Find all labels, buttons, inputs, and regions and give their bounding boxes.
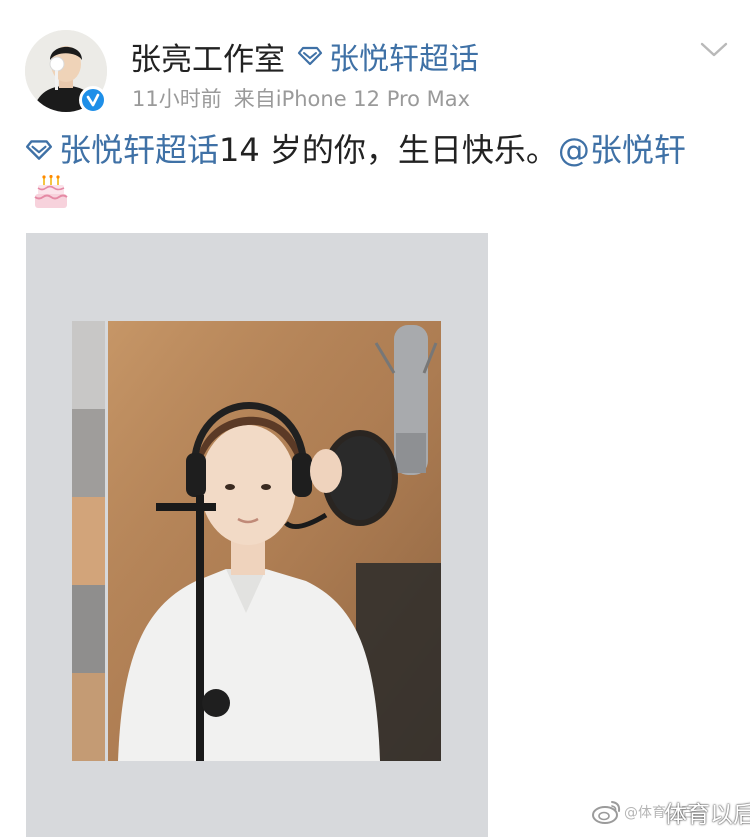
cake-icon [33,175,69,211]
verified-badge-icon [79,86,107,114]
diamond-icon [297,46,323,66]
watermark: @体育以后 体育以后 [592,796,750,828]
author-name[interactable]: 张亮工作室 [130,34,285,79]
post-source: 来自iPhone 12 Pro Max [233,87,471,111]
mention-link[interactable]: @张悦轩 [558,131,686,169]
post-text: 张悦轩超话 14 岁的你，生日快乐。@张悦轩 [25,128,715,216]
post-image[interactable] [26,233,488,837]
post-time: 11小时前 [132,87,222,111]
content-text: 14 岁的你，生日快乐。 [219,131,558,169]
post-meta: 11小时前 来自iPhone 12 Pro Max [132,84,470,112]
watermark-text: 体育以后 [664,802,750,828]
weibo-logo-icon [592,799,622,825]
header-topic-link[interactable]: 张悦轩超话 [297,34,479,78]
diamond-icon [25,139,53,161]
post-header: 张亮工作室 张悦轩超话 [130,34,479,78]
content-topic-label: 张悦轩超话 [59,131,220,169]
chevron-down-icon[interactable] [698,40,730,60]
header-topic-label: 张悦轩超话 [329,42,479,77]
content-topic-link[interactable]: 张悦轩超话 [25,128,219,172]
